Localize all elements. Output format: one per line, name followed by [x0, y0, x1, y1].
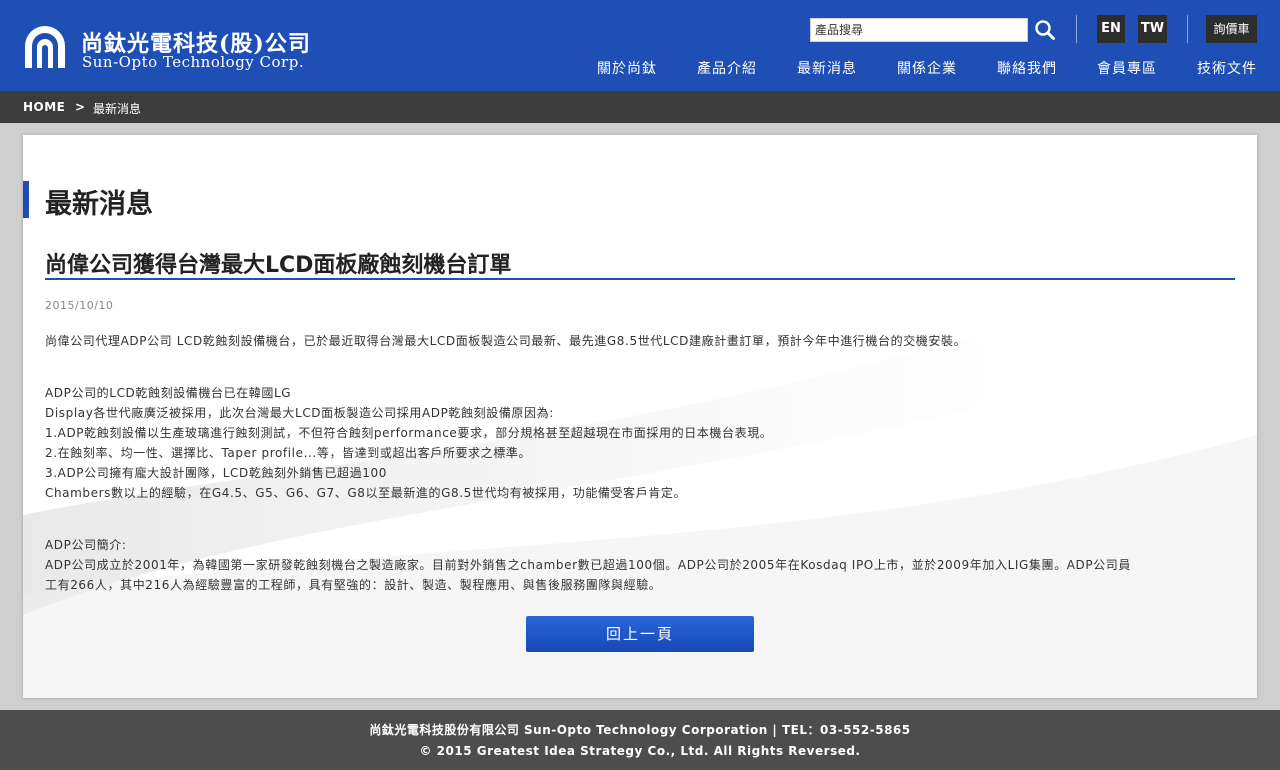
article-line: ADP公司成立於2001年，為韓國第一家研發乾蝕刻機台之製造廠家。目前對外銷售之… [45, 558, 1131, 572]
article-paragraph: 尚偉公司代理ADP公司 LCD乾蝕刻設備機台，已於最近取得台灣最大LCD面板製造… [45, 334, 967, 348]
divider [1076, 15, 1077, 43]
article-line: ADP公司的LCD乾蝕刻設備機台已在韓國LG [45, 386, 292, 400]
nav-contact[interactable]: 聯絡我們 [997, 58, 1057, 78]
company-name-en[interactable]: Sun-Opto Technology Corp. [82, 53, 304, 71]
nav-affiliates[interactable]: 關係企業 [897, 58, 957, 78]
divider [1187, 15, 1188, 43]
nav-tech-docs[interactable]: 技術文件 [1197, 58, 1257, 78]
site-footer: 尚鈦光電科技股份有限公司 Sun-Opto Technology Corpora… [0, 710, 1280, 770]
article-line: 3.ADP公司擁有龐大設計團隊，LCD乾蝕刻外銷售已超過100 [45, 466, 387, 480]
content-panel: 最新消息 尚偉公司獲得台灣最大LCD面板廠蝕刻機台訂單 2015/10/10 尚… [23, 135, 1257, 698]
lang-tw-button[interactable]: TW [1138, 15, 1167, 43]
breadcrumb-home[interactable]: HOME [23, 100, 65, 114]
breadcrumb-separator: > [75, 100, 86, 114]
footer-company-info: 尚鈦光電科技股份有限公司 Sun-Opto Technology Corpora… [369, 723, 911, 737]
article-title: 尚偉公司獲得台灣最大LCD面板廠蝕刻機台訂單 [45, 253, 512, 278]
section-title: 最新消息 [45, 189, 153, 220]
nav-about[interactable]: 關於尚鈦 [597, 58, 657, 78]
inquiry-cart-button[interactable]: 詢價車 [1206, 15, 1257, 43]
site-header: 尚鈦光電科技(股)公司 Sun-Opto Technology Corp. 產品… [0, 0, 1280, 91]
breadcrumb: HOME > 最新消息 [0, 91, 1280, 123]
article-line: 1.ADP乾蝕刻設備以生產玻璃進行蝕刻測試，不但符合蝕刻performance要… [45, 426, 773, 440]
article-line: Chambers數以上的經驗，在G4.5、G5、G6、G7、G8以至最新進的G8… [45, 486, 687, 500]
back-button[interactable]: 回上一頁 [526, 616, 754, 652]
nav-products[interactable]: 產品介紹 [697, 58, 757, 78]
section-accent-bar [23, 181, 29, 218]
company-logo[interactable] [22, 24, 68, 70]
footer-copyright: © 2015 Greatest Idea Strategy Co., Ltd. … [419, 744, 861, 758]
search-icon[interactable] [1033, 18, 1057, 42]
nav-news[interactable]: 最新消息 [797, 58, 857, 78]
search-input[interactable]: 產品搜尋 [810, 18, 1028, 42]
article-line: 工有266人，其中216人為經驗豐富的工程師，具有堅強的：設計、製造、製程應用、… [45, 578, 662, 592]
nav-members[interactable]: 會員專區 [1097, 58, 1157, 78]
article-line: ADP公司簡介: [45, 538, 127, 552]
breadcrumb-current: 最新消息 [93, 102, 142, 116]
title-underline [45, 278, 1235, 280]
lang-en-button[interactable]: EN [1097, 15, 1125, 43]
article-date: 2015/10/10 [45, 299, 114, 312]
article-line: Display各世代廠廣泛被採用，此次台灣最大LCD面板製造公司採用ADP乾蝕刻… [45, 406, 554, 420]
article-line: 2.在蝕刻率、均一性、選擇比、Taper profile...等，皆達到或超出客… [45, 446, 532, 460]
